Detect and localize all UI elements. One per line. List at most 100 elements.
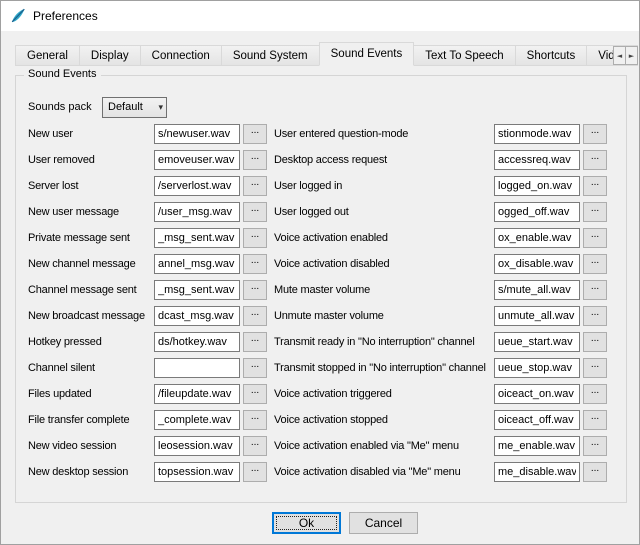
sounds-pack-combobox[interactable]: Default ▾ [102, 97, 167, 118]
browse-button[interactable]: ... [583, 306, 607, 326]
sound-file-input[interactable] [494, 254, 580, 274]
sound-event-row: New desktop session... [28, 459, 267, 485]
browse-button[interactable]: ... [243, 202, 267, 222]
tab-sound-events[interactable]: Sound Events [319, 42, 415, 66]
tab-general[interactable]: General [15, 45, 80, 66]
tab-bar: GeneralDisplayConnectionSound SystemSoun… [15, 42, 638, 66]
browse-button[interactable]: ... [243, 436, 267, 456]
sound-file-input[interactable] [494, 436, 580, 456]
sound-file-input[interactable] [494, 176, 580, 196]
sound-event-row: User entered question-mode... [274, 121, 607, 147]
browse-button[interactable]: ... [583, 462, 607, 482]
sound-file-input[interactable] [154, 254, 240, 274]
browse-button[interactable]: ... [243, 384, 267, 404]
browse-button[interactable]: ... [583, 280, 607, 300]
browse-button[interactable]: ... [243, 150, 267, 170]
tab-text-to-speech[interactable]: Text To Speech [413, 45, 515, 66]
sound-event-row: Transmit ready in "No interruption" chan… [274, 329, 607, 355]
sound-file-input[interactable] [154, 358, 240, 378]
sound-file-input[interactable] [494, 150, 580, 170]
sound-event-row: Mute master volume... [274, 277, 607, 303]
sound-file-input[interactable] [494, 462, 580, 482]
sound-event-label: Voice activation enabled [274, 232, 494, 244]
sound-event-label: Voice activation stopped [274, 414, 494, 426]
browse-button[interactable]: ... [583, 332, 607, 352]
sound-file-input[interactable] [494, 124, 580, 144]
sound-file-input[interactable] [494, 202, 580, 222]
sound-event-row: Voice activation stopped... [274, 407, 607, 433]
browse-button[interactable]: ... [583, 254, 607, 274]
sound-file-input[interactable] [494, 306, 580, 326]
sound-file-input[interactable] [494, 384, 580, 404]
sound-file-input[interactable] [154, 228, 240, 248]
browse-button[interactable]: ... [243, 332, 267, 352]
browse-button[interactable]: ... [583, 410, 607, 430]
app-icon [10, 8, 26, 24]
sound-file-input[interactable] [154, 280, 240, 300]
sound-file-input[interactable] [494, 228, 580, 248]
browse-button[interactable]: ... [583, 176, 607, 196]
sound-event-label: New broadcast message [28, 310, 154, 322]
browse-button[interactable]: ... [243, 306, 267, 326]
sound-file-input[interactable] [154, 124, 240, 144]
arrow-right-icon: ► [629, 52, 634, 60]
sound-events-groupbox: Sound Events Sounds pack Default ▾ New u… [15, 75, 627, 503]
tab-scroll-right-button[interactable]: ► [625, 46, 638, 65]
sound-event-label: Voice activation disabled [274, 258, 494, 270]
browse-button[interactable]: ... [243, 358, 267, 378]
sound-event-label: New desktop session [28, 466, 154, 478]
tab-shortcuts[interactable]: Shortcuts [515, 45, 588, 66]
sound-file-input[interactable] [494, 358, 580, 378]
chevron-down-icon: ▾ [158, 102, 163, 113]
browse-button[interactable]: ... [583, 228, 607, 248]
sound-event-row: Private message sent... [28, 225, 267, 251]
browse-button[interactable]: ... [243, 124, 267, 144]
sound-file-input[interactable] [154, 384, 240, 404]
sound-file-input[interactable] [494, 280, 580, 300]
sound-event-row: Voice activation enabled via "Me" menu..… [274, 433, 607, 459]
sound-event-row: New user... [28, 121, 267, 147]
tab-display[interactable]: Display [79, 45, 141, 66]
sound-file-input[interactable] [154, 436, 240, 456]
sound-event-row: User logged in... [274, 173, 607, 199]
browse-button[interactable]: ... [583, 384, 607, 404]
sound-event-label: Hotkey pressed [28, 336, 154, 348]
browse-button[interactable]: ... [583, 202, 607, 222]
sound-file-input[interactable] [154, 202, 240, 222]
cancel-button[interactable]: Cancel [349, 512, 418, 534]
sound-file-input[interactable] [494, 332, 580, 352]
sound-event-row: Channel silent... [28, 355, 267, 381]
sounds-pack-row: Sounds pack Default ▾ [28, 96, 167, 118]
browse-button[interactable]: ... [583, 436, 607, 456]
sound-event-label: File transfer complete [28, 414, 154, 426]
sound-file-input[interactable] [154, 150, 240, 170]
browse-button[interactable]: ... [243, 228, 267, 248]
sound-file-input[interactable] [154, 332, 240, 352]
sound-file-input[interactable] [154, 462, 240, 482]
sound-file-input[interactable] [494, 410, 580, 430]
tab-sound-system[interactable]: Sound System [221, 45, 320, 66]
browse-button[interactable]: ... [583, 150, 607, 170]
sound-file-input[interactable] [154, 176, 240, 196]
sound-event-row: Server lost... [28, 173, 267, 199]
sound-event-row: New user message... [28, 199, 267, 225]
sound-event-row: Voice activation triggered... [274, 381, 607, 407]
sound-event-row: Transmit stopped in "No interruption" ch… [274, 355, 607, 381]
browse-button[interactable]: ... [583, 358, 607, 378]
sound-events-column-left: New user...User removed...Server lost...… [28, 121, 267, 485]
sound-file-input[interactable] [154, 306, 240, 326]
browse-button[interactable]: ... [243, 176, 267, 196]
browse-button[interactable]: ... [243, 462, 267, 482]
ok-button[interactable]: Ok [272, 512, 341, 534]
sound-event-label: User removed [28, 154, 154, 166]
browse-button[interactable]: ... [583, 124, 607, 144]
browse-button[interactable]: ... [243, 254, 267, 274]
browse-button[interactable]: ... [243, 410, 267, 430]
tab-connection[interactable]: Connection [140, 45, 222, 66]
browse-button[interactable]: ... [243, 280, 267, 300]
sound-event-label: Mute master volume [274, 284, 494, 296]
sound-event-label: Channel silent [28, 362, 154, 374]
sound-event-row: Voice activation disabled via "Me" menu.… [274, 459, 607, 485]
sound-file-input[interactable] [154, 410, 240, 430]
sound-event-row: Desktop access request... [274, 147, 607, 173]
